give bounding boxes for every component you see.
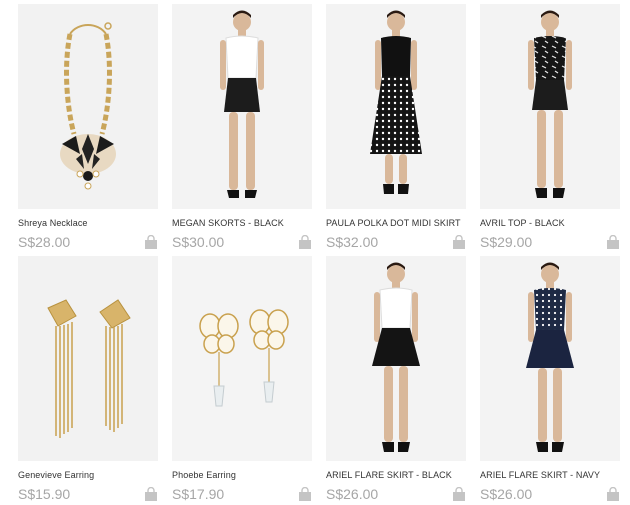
product-name[interactable]: Genevieve Earring <box>18 470 158 480</box>
shopping-bag-icon[interactable] <box>606 235 620 249</box>
product-image[interactable] <box>18 256 158 461</box>
product-price: S$26.00 <box>326 486 379 502</box>
product-card[interactable]: Genevieve Earring S$15.90 <box>18 256 158 502</box>
product-image[interactable] <box>480 4 620 209</box>
product-card[interactable]: MEGAN SKORTS - BLACK S$30.00 <box>172 4 312 250</box>
product-name[interactable]: PAULA POLKA DOT MIDI SKIRT <box>326 218 466 228</box>
product-price: S$15.90 <box>18 486 71 502</box>
product-price: S$26.00 <box>480 486 533 502</box>
product-image[interactable] <box>326 4 466 209</box>
product-card[interactable]: Shreya Necklace S$28.00 <box>18 4 158 250</box>
shopping-bag-icon[interactable] <box>606 487 620 501</box>
product-name[interactable]: ARIEL FLARE SKIRT - NAVY <box>480 470 620 480</box>
product-image[interactable] <box>172 256 312 461</box>
shopping-bag-icon[interactable] <box>144 487 158 501</box>
product-image[interactable] <box>480 256 620 461</box>
product-image[interactable] <box>18 4 158 209</box>
product-price: S$30.00 <box>172 234 225 250</box>
product-name[interactable]: ARIEL FLARE SKIRT - BLACK <box>326 470 466 480</box>
product-card[interactable]: AVRIL TOP - BLACK S$29.00 <box>480 4 620 250</box>
product-price: S$29.00 <box>480 234 533 250</box>
product-name[interactable]: AVRIL TOP - BLACK <box>480 218 620 228</box>
product-price: S$17.90 <box>172 486 225 502</box>
shopping-bag-icon[interactable] <box>452 487 466 501</box>
product-name[interactable]: Phoebe Earring <box>172 470 312 480</box>
product-image[interactable] <box>326 256 466 461</box>
product-image[interactable] <box>172 4 312 209</box>
product-card[interactable]: ARIEL FLARE SKIRT - NAVY S$26.00 <box>480 256 620 502</box>
product-name[interactable]: Shreya Necklace <box>18 218 158 228</box>
product-card[interactable]: ARIEL FLARE SKIRT - BLACK S$26.00 <box>326 256 466 502</box>
product-card[interactable]: PAULA POLKA DOT MIDI SKIRT S$32.00 <box>326 4 466 250</box>
product-price: S$28.00 <box>18 234 71 250</box>
product-card[interactable]: Phoebe Earring S$17.90 <box>172 256 312 502</box>
shopping-bag-icon[interactable] <box>298 487 312 501</box>
shopping-bag-icon[interactable] <box>452 235 466 249</box>
product-price: S$32.00 <box>326 234 379 250</box>
shopping-bag-icon[interactable] <box>144 235 158 249</box>
product-name[interactable]: MEGAN SKORTS - BLACK <box>172 218 312 228</box>
shopping-bag-icon[interactable] <box>298 235 312 249</box>
product-grid: Shreya Necklace S$28.00 MEGAN SKORTS - B… <box>0 0 630 505</box>
